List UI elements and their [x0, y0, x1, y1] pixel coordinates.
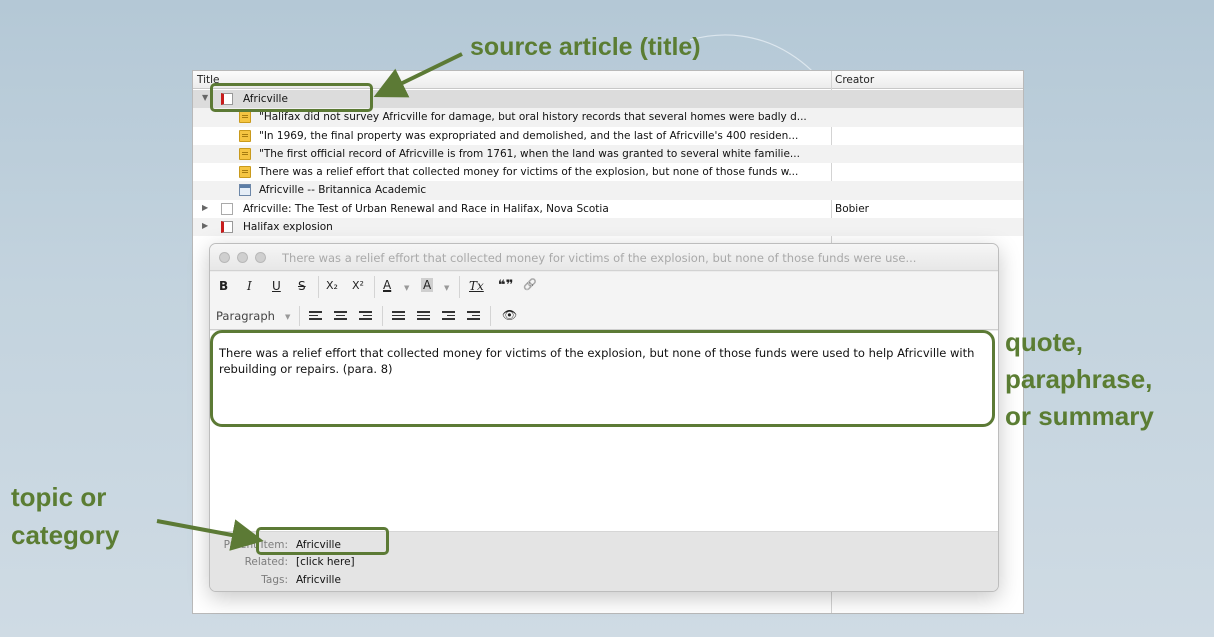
note-title: "The first official record of Africville…	[259, 147, 800, 160]
close-window-button[interactable]	[219, 252, 230, 263]
annotation-line: category	[11, 520, 120, 550]
source-article-annotation: source article (title)	[470, 33, 701, 61]
align-left-icon[interactable]	[309, 311, 322, 322]
book-icon	[221, 221, 233, 234]
numbered-list-icon[interactable]	[417, 311, 430, 322]
highlight-color-button[interactable]: A	[421, 278, 434, 292]
indent-icon[interactable]	[467, 311, 480, 322]
webpage-icon	[239, 184, 251, 197]
subscript-button[interactable]: X₂	[326, 279, 338, 292]
chevron-down-icon[interactable]: ▼	[285, 313, 290, 321]
bullet-list-icon[interactable]	[392, 311, 405, 322]
annotation-line: paraphrase,	[1005, 364, 1153, 394]
tree-row-note[interactable]: "The first official record of Africville…	[193, 144, 1023, 164]
note-titlebar: There was a relief effort that collected…	[210, 244, 998, 271]
item-title: Africville: The Test of Urban Renewal an…	[243, 202, 609, 215]
related-link[interactable]: [click here]	[296, 556, 355, 568]
attachment-title: Africville -- Britannica Academic	[259, 184, 427, 197]
topic-highlight-box	[256, 527, 389, 555]
note-icon	[239, 147, 251, 160]
topic-annotation: topic or category	[11, 478, 119, 554]
toolbar-divider	[382, 306, 383, 326]
note-title: There was a relief effort that collected…	[259, 166, 799, 179]
toolbar-divider	[490, 306, 491, 326]
chevron-down-icon[interactable]: ▼	[444, 284, 449, 292]
align-center-icon[interactable]	[334, 311, 347, 322]
expand-arrow-icon[interactable]: ▶	[202, 221, 208, 230]
annotation-line: quote,	[1005, 327, 1083, 357]
clear-formatting-button[interactable]: Tx	[469, 279, 484, 293]
related-label: Related:	[244, 556, 288, 568]
tree-row-note[interactable]: "In 1969, the final property was expropr…	[193, 127, 1023, 145]
annotation-line: topic or	[11, 482, 107, 512]
note-window-title: There was a relief effort that collected…	[282, 251, 917, 265]
toolbar-divider	[318, 276, 319, 298]
tags-label: Tags:	[261, 574, 288, 586]
strikethrough-button[interactable]: S	[298, 279, 306, 293]
quote-highlight-box	[210, 330, 995, 427]
note-icon	[239, 111, 251, 124]
outdent-icon[interactable]	[442, 311, 455, 322]
tree-row-document[interactable]: ▶ Africville: The Test of Urban Renewal …	[193, 200, 1023, 218]
item-title: Halifax explosion	[243, 221, 333, 234]
font-color-button[interactable]: A	[383, 278, 391, 292]
annotation-line: or summary	[1005, 401, 1154, 431]
underline-button[interactable]: U	[272, 279, 281, 293]
note-icon	[239, 166, 251, 179]
align-right-icon[interactable]	[359, 311, 372, 322]
paragraph-format-select[interactable]: Paragraph	[216, 309, 275, 323]
minimize-window-button[interactable]	[237, 252, 248, 263]
link-button[interactable]: 🔗	[523, 278, 537, 291]
tree-row-webpage[interactable]: Africville -- Britannica Academic	[193, 181, 1023, 200]
superscript-button[interactable]: X²	[352, 279, 364, 292]
formatting-toolbar: B I U S X₂ X² A ▼ A ▼ Tx ❝❞ 🔗 Paragraph …	[210, 272, 998, 330]
toolbar-divider	[459, 276, 460, 298]
bold-button[interactable]: B	[219, 279, 228, 293]
quote-annotation: quote, paraphrase, or summary	[1005, 324, 1154, 435]
italic-button[interactable]: I	[247, 279, 252, 293]
zoom-window-button[interactable]	[255, 252, 266, 263]
expand-arrow-icon[interactable]: ▶	[202, 203, 208, 212]
tree-row-note[interactable]: There was a relief effort that collected…	[193, 163, 1023, 181]
document-icon	[221, 202, 233, 215]
creator-column-header[interactable]: Creator	[835, 74, 874, 86]
item-creator: Bobier	[835, 202, 869, 215]
source-article-highlight-box	[210, 83, 373, 112]
collapse-arrow-icon[interactable]: ▼	[202, 93, 208, 102]
find-replace-button[interactable]: 👁	[502, 308, 517, 322]
chevron-down-icon[interactable]: ▼	[404, 284, 409, 292]
toolbar-divider	[299, 306, 300, 326]
note-title: "Halifax did not survey Africville for d…	[259, 111, 807, 124]
note-icon	[239, 129, 251, 142]
tree-row-halifax-explosion[interactable]: ▶ Halifax explosion	[193, 218, 1023, 237]
note-title: "In 1969, the final property was expropr…	[259, 129, 799, 142]
blockquote-button[interactable]: ❝❞	[498, 278, 513, 293]
tags-value[interactable]: Africville	[296, 574, 341, 586]
toolbar-divider	[374, 276, 375, 298]
